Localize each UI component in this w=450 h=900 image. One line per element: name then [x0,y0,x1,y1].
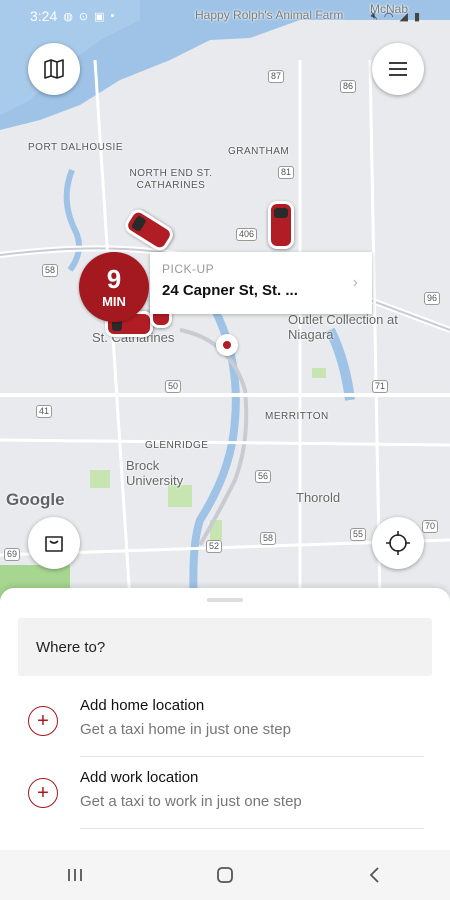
road-shield: 56 [255,470,272,483]
add-work-location-row[interactable]: + Add work location Get a taxi to work i… [0,757,450,829]
road-shield: 58 [42,264,59,277]
battery-icon: ▮ [413,10,420,23]
home-location-title: Add home location [80,697,205,714]
work-location-title: Add work location [80,769,199,786]
add-circle-icon: + [28,706,58,736]
crosshair-icon [386,531,410,555]
mute-icon: 🔇︎ [370,9,378,22]
road-shield: 96 [424,292,441,305]
map-label-thorold: Thorold [296,490,341,505]
bag-button[interactable] [28,517,80,569]
map-view[interactable]: 3:24 ◍ ⊙ ▣ • 🔇︎ ◠ ◢ ▮ Happy Rolph's Anim… [0,0,450,620]
home-location-subtitle: Get a taxi home in just one step [80,721,291,738]
status-time: 3:24 [30,8,58,24]
eta-value: 9 [106,263,122,294]
road-shield: 58 [260,532,277,545]
bottom-sheet: Where to? + Add home location Get a taxi… [0,588,450,850]
map-label-merritton: MERRITTON [265,411,329,422]
road-shield: 87 [268,70,285,83]
back-icon [369,867,379,883]
pickup-title: PICK-UP [162,262,215,276]
google-logo: Google [6,490,65,509]
messenger-icon: ◍ [63,10,73,23]
map-view-button[interactable] [28,43,80,95]
map-label-north-end: NORTH END ST. CATHARINES [129,168,213,191]
map-label-port: PORT DALHOUSIE [28,142,123,153]
taxi-car-icon [268,201,294,249]
road-shield: 86 [340,80,357,93]
road-shield: 52 [206,540,223,553]
road-shield: 70 [422,520,439,533]
pickup-address: 24 Capner St, St. ... [162,282,298,299]
menu-button[interactable] [372,43,424,95]
work-location-subtitle: Get a taxi to work in just one step [80,793,302,810]
gallery-icon: ▣ [94,10,105,23]
map-fold-icon [44,59,64,79]
home-button[interactable] [195,855,255,895]
chevron-right-icon: › [352,274,358,291]
add-home-location-row[interactable]: + Add home location Get a taxi home in j… [0,685,450,757]
my-location-button[interactable] [372,517,424,569]
back-button[interactable] [345,855,405,895]
road-shield: 81 [278,166,295,179]
system-navigation-bar [0,850,450,900]
road-shield: 406 [236,228,258,241]
map-label-grantham: GRANTHAM [228,146,290,157]
pickup-location-pin-icon [216,334,238,356]
divider [80,828,424,829]
road-shield: 71 [372,380,389,393]
shopping-bag-icon [45,536,63,552]
recent-apps-button[interactable] [45,855,105,895]
eta-unit: MIN [102,293,126,309]
where-to-search-field[interactable]: Where to? [18,618,432,676]
recent-apps-icon [68,869,82,881]
map-label-glenridge: GLENRIDGE [145,440,209,451]
wifi-icon: ◠ [383,10,394,23]
add-circle-icon: + [28,778,58,808]
voicemail-icon: ⊙ [78,10,89,23]
menu-icon [389,62,407,76]
map-label-outlet: Outlet Collection at Niagara [288,312,398,342]
road-shield: 55 [350,528,367,541]
sheet-drag-handle[interactable] [207,598,243,602]
eta-badge: 9 MIN [79,252,149,322]
home-icon [217,867,233,883]
signal-icon: ◢ [399,10,408,23]
pickup-card[interactable]: PICK-UP 24 Capner St, St. ... › [150,252,372,314]
map-label-brock: Brock University [126,458,184,488]
status-bar: 3:24 ◍ ⊙ ▣ • 🔇︎ ◠ ◢ ▮ [0,0,450,32]
road-shield: 50 [165,380,182,393]
road-shield: 41 [36,405,53,418]
road-shield: 69 [4,548,21,561]
dot-icon: • [110,10,115,22]
